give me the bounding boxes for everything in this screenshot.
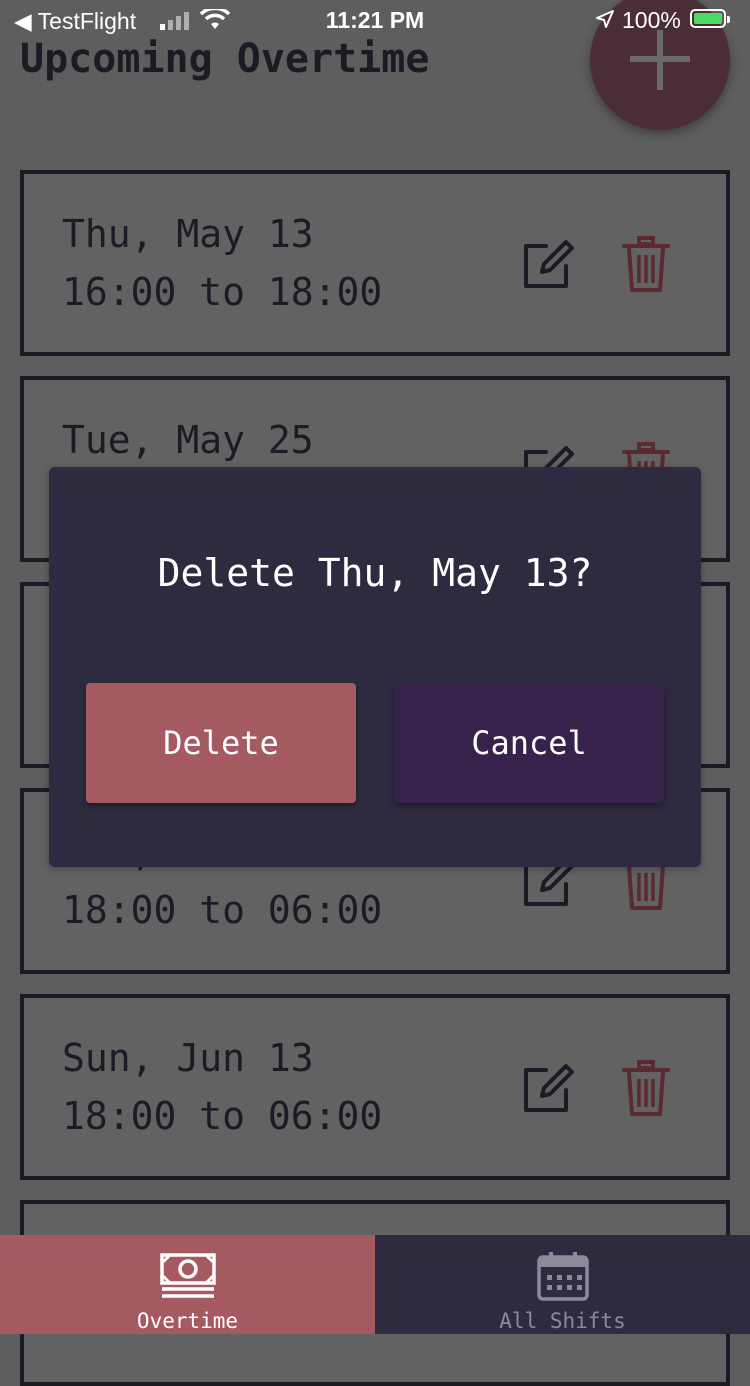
battery-icon	[690, 9, 730, 28]
shift-time-range: 16:00 to 18:00	[62, 270, 383, 314]
shift-date: Thu, May 13	[62, 212, 314, 256]
shift-date: Sun, Jun 13	[62, 1036, 314, 1080]
trash-icon[interactable]	[622, 236, 670, 294]
tab-bar: Overtime All Shifts	[0, 1235, 750, 1334]
trash-icon[interactable]	[622, 1060, 670, 1118]
edit-icon[interactable]	[520, 238, 574, 292]
tab-all-shifts[interactable]: All Shifts	[375, 1235, 750, 1334]
battery-percent: 100%	[622, 7, 681, 33]
delete-button[interactable]: Delete	[86, 683, 356, 803]
shift-time-range: 18:00 to 06:00	[62, 1094, 383, 1138]
cancel-button[interactable]: Cancel	[394, 683, 664, 803]
tab-overtime[interactable]: Overtime	[0, 1235, 375, 1334]
dialog-message: Delete Thu, May 13?	[157, 551, 593, 595]
delete-confirm-dialog: Delete Thu, May 13? Delete Cancel	[49, 467, 701, 867]
edit-icon[interactable]	[520, 1062, 574, 1116]
money-icon	[160, 1253, 216, 1298]
shift-time-range: 18:00 to 06:00	[62, 888, 383, 932]
overtime-card[interactable]: Thu, May 13 16:00 to 18:00	[20, 170, 730, 356]
shift-date: Tue, May 25	[62, 418, 314, 462]
tab-all-shifts-label: All Shifts	[499, 1309, 626, 1333]
page-title: Upcoming Overtime	[20, 36, 430, 82]
location-arrow-icon	[596, 10, 614, 28]
overtime-card[interactable]: Sun, Jun 13 18:00 to 06:00	[20, 994, 730, 1180]
tab-overtime-label: Overtime	[136, 1309, 239, 1333]
status-bar: ◀ TestFlight 11:21 PM 100%	[0, 0, 750, 40]
calendar-icon	[537, 1252, 589, 1301]
